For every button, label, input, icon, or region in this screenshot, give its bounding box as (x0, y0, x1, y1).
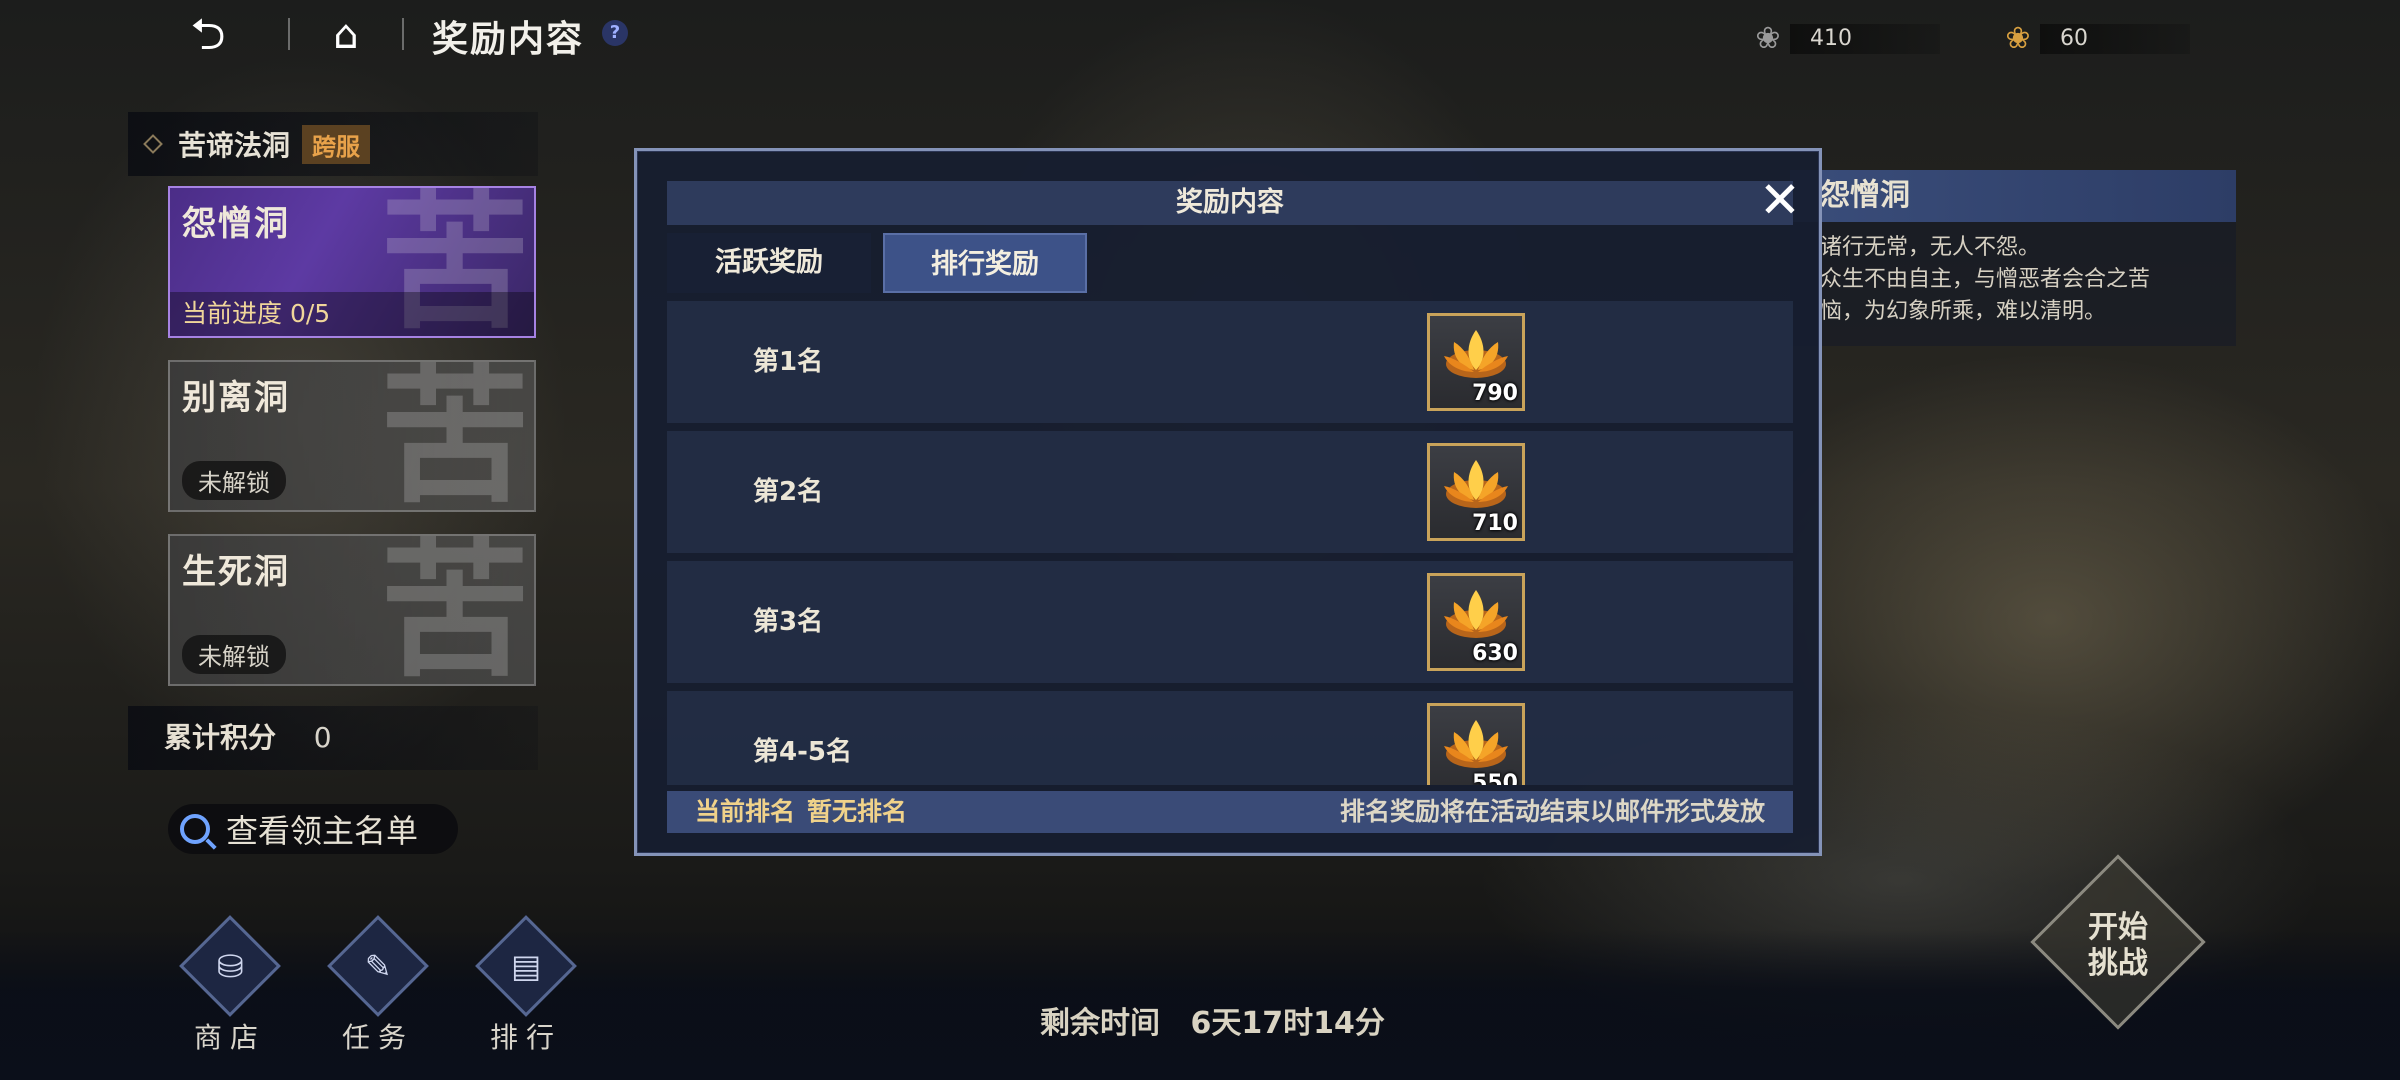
score-label: 累计积分 (164, 721, 277, 754)
desc-line: 恼，为幻象所乘，难以清明。 (1820, 299, 2107, 324)
tab-ranking-reward[interactable]: 排行奖励 (883, 233, 1087, 293)
back-arrow-icon[interactable]: ⮌ (180, 12, 236, 58)
cross-server-tag: 跨服 (302, 124, 371, 164)
reward-quantity: 710 (1472, 511, 1518, 536)
modal-footer: 当前排名 暂无排名 排名奖励将在活动结束以邮件形式发放 (667, 791, 1793, 833)
cave-info-panel: 怨憎洞 诸行无常，无人不怨。 众生不由自主，与憎恶者会合之苦 恼，为幻象所乘，难… (1790, 170, 2236, 346)
nav-label: 商店 (193, 1021, 266, 1054)
rank-label: 第2名 (753, 477, 824, 507)
rank-label: 第4-5名 (753, 737, 852, 767)
start-label-line2: 挑战 (2088, 946, 2148, 982)
cave-name: 别离洞 (182, 378, 290, 418)
current-rank-label: 当前排名 (695, 797, 796, 826)
dungeon-name: 苦谛法洞 (178, 129, 291, 162)
rank-label: 第3名 (753, 607, 824, 637)
current-rank-value: 暂无排名 (807, 797, 908, 826)
reward-quantity: 630 (1472, 641, 1518, 666)
cave-name: 生死洞 (182, 552, 290, 592)
remaining-time: 剩余时间 6天17时14分 (1040, 998, 1385, 1042)
cave-name: 怨憎洞 (182, 204, 290, 244)
reward-quantity: 790 (1472, 381, 1518, 406)
reward-note: 排名奖励将在活动结束以邮件形式发放 (1339, 797, 1765, 826)
score-value: 0 (313, 721, 332, 754)
top-bar: ⮌ ⌂ 奖励内容 ? ❀ 410 ❀ 60 (0, 0, 2400, 70)
reward-modal: 奖励内容 ✕ 活跃奖励 排行奖励 第1名 790 第2名 710 第3名 630… (634, 148, 1822, 856)
reward-row: 第1名 790 (667, 301, 1793, 423)
dungeon-header: 苦谛法洞 跨服 (128, 112, 538, 176)
locked-badge: 未解锁 (182, 635, 286, 674)
close-icon[interactable]: ✕ (1757, 175, 1803, 225)
locked-badge: 未解锁 (182, 461, 286, 500)
reward-quantity: 550 (1472, 771, 1518, 785)
cave-info-desc: 诸行无常，无人不怨。 众生不由自主，与憎恶者会合之苦 恼，为幻象所乘，难以清明。 (1790, 222, 2236, 328)
reward-item[interactable]: 710 (1427, 443, 1525, 541)
current-rank: 当前排名 暂无排名 (695, 791, 907, 833)
divider (288, 18, 290, 50)
currency-value: 410 (1790, 24, 1940, 54)
desc-line: 诸行无常，无人不怨。 (1820, 235, 2041, 260)
currency-value: 60 (2040, 24, 2190, 54)
cumulative-score: 累计积分 0 (128, 706, 538, 770)
view-lord-list-button[interactable]: 查看领主名单 (168, 804, 458, 854)
tab-activity-reward[interactable]: 活跃奖励 (667, 233, 871, 293)
gold-lotus-icon (1444, 590, 1508, 638)
task-icon: ✎ (327, 915, 429, 1017)
cave-card-shengsi[interactable]: 苦 生死洞 未解锁 (168, 534, 536, 686)
shop-icon: ⛁ (179, 915, 281, 1017)
task-button[interactable]: ✎ 任务 (327, 915, 429, 1060)
currency-gold-lotus: ❀ 60 (1996, 22, 2190, 56)
cave-progress: 当前进度 0/5 (170, 292, 534, 336)
nav-label: 任务 (341, 1021, 414, 1054)
remaining-label: 剩余时间 (1040, 1006, 1160, 1041)
nav-label: 排行 (489, 1021, 562, 1054)
ranking-button[interactable]: ▤ 排行 (475, 915, 577, 1060)
cave-glyph: 苦 (379, 534, 530, 686)
cave-info-title: 怨憎洞 (1790, 170, 2236, 222)
lotus-icon: ❀ (1755, 21, 1781, 56)
modal-title: 奖励内容 (667, 181, 1793, 225)
start-label-line1: 开始 (2088, 910, 2148, 946)
cave-card-yuanzeng[interactable]: 苦 怨憎洞 当前进度 0/5 (168, 186, 536, 338)
shop-button[interactable]: ⛁ 商店 (179, 915, 281, 1060)
cave-glyph: 苦 (379, 360, 530, 512)
currency-lotus: ❀ 410 (1746, 22, 1940, 56)
reward-row: 第3名 630 (667, 561, 1793, 683)
reward-row: 第4-5名 550 (667, 691, 1793, 785)
search-icon (180, 814, 210, 844)
page-title: 奖励内容 (432, 19, 585, 60)
reward-item[interactable]: 790 (1427, 313, 1525, 411)
lord-button-label: 查看领主名单 (226, 812, 419, 850)
rank-label: 第1名 (753, 347, 824, 377)
ranking-icon: ▤ (475, 915, 577, 1017)
remaining-value: 6天17时14分 (1190, 1006, 1385, 1041)
gold-lotus-icon (1444, 460, 1508, 508)
divider (402, 18, 404, 50)
desc-line: 众生不由自主，与憎恶者会合之苦 (1820, 267, 2151, 292)
gold-lotus-icon (1444, 330, 1508, 378)
reward-list[interactable]: 第1名 790 第2名 710 第3名 630 第4-5名 550 (667, 301, 1793, 785)
reward-row: 第2名 710 (667, 431, 1793, 553)
home-icon[interactable]: ⌂ (318, 10, 374, 60)
diamond-icon (143, 134, 163, 154)
reward-item[interactable]: 550 (1427, 703, 1525, 785)
start-label: 开始 挑战 (2056, 884, 2180, 1008)
cave-card-bieli[interactable]: 苦 别离洞 未解锁 (168, 360, 536, 512)
gold-lotus-icon: ❀ (2005, 21, 2031, 56)
gold-lotus-icon (1444, 720, 1508, 768)
reward-item[interactable]: 630 (1427, 573, 1525, 671)
help-icon[interactable]: ? (602, 20, 628, 46)
